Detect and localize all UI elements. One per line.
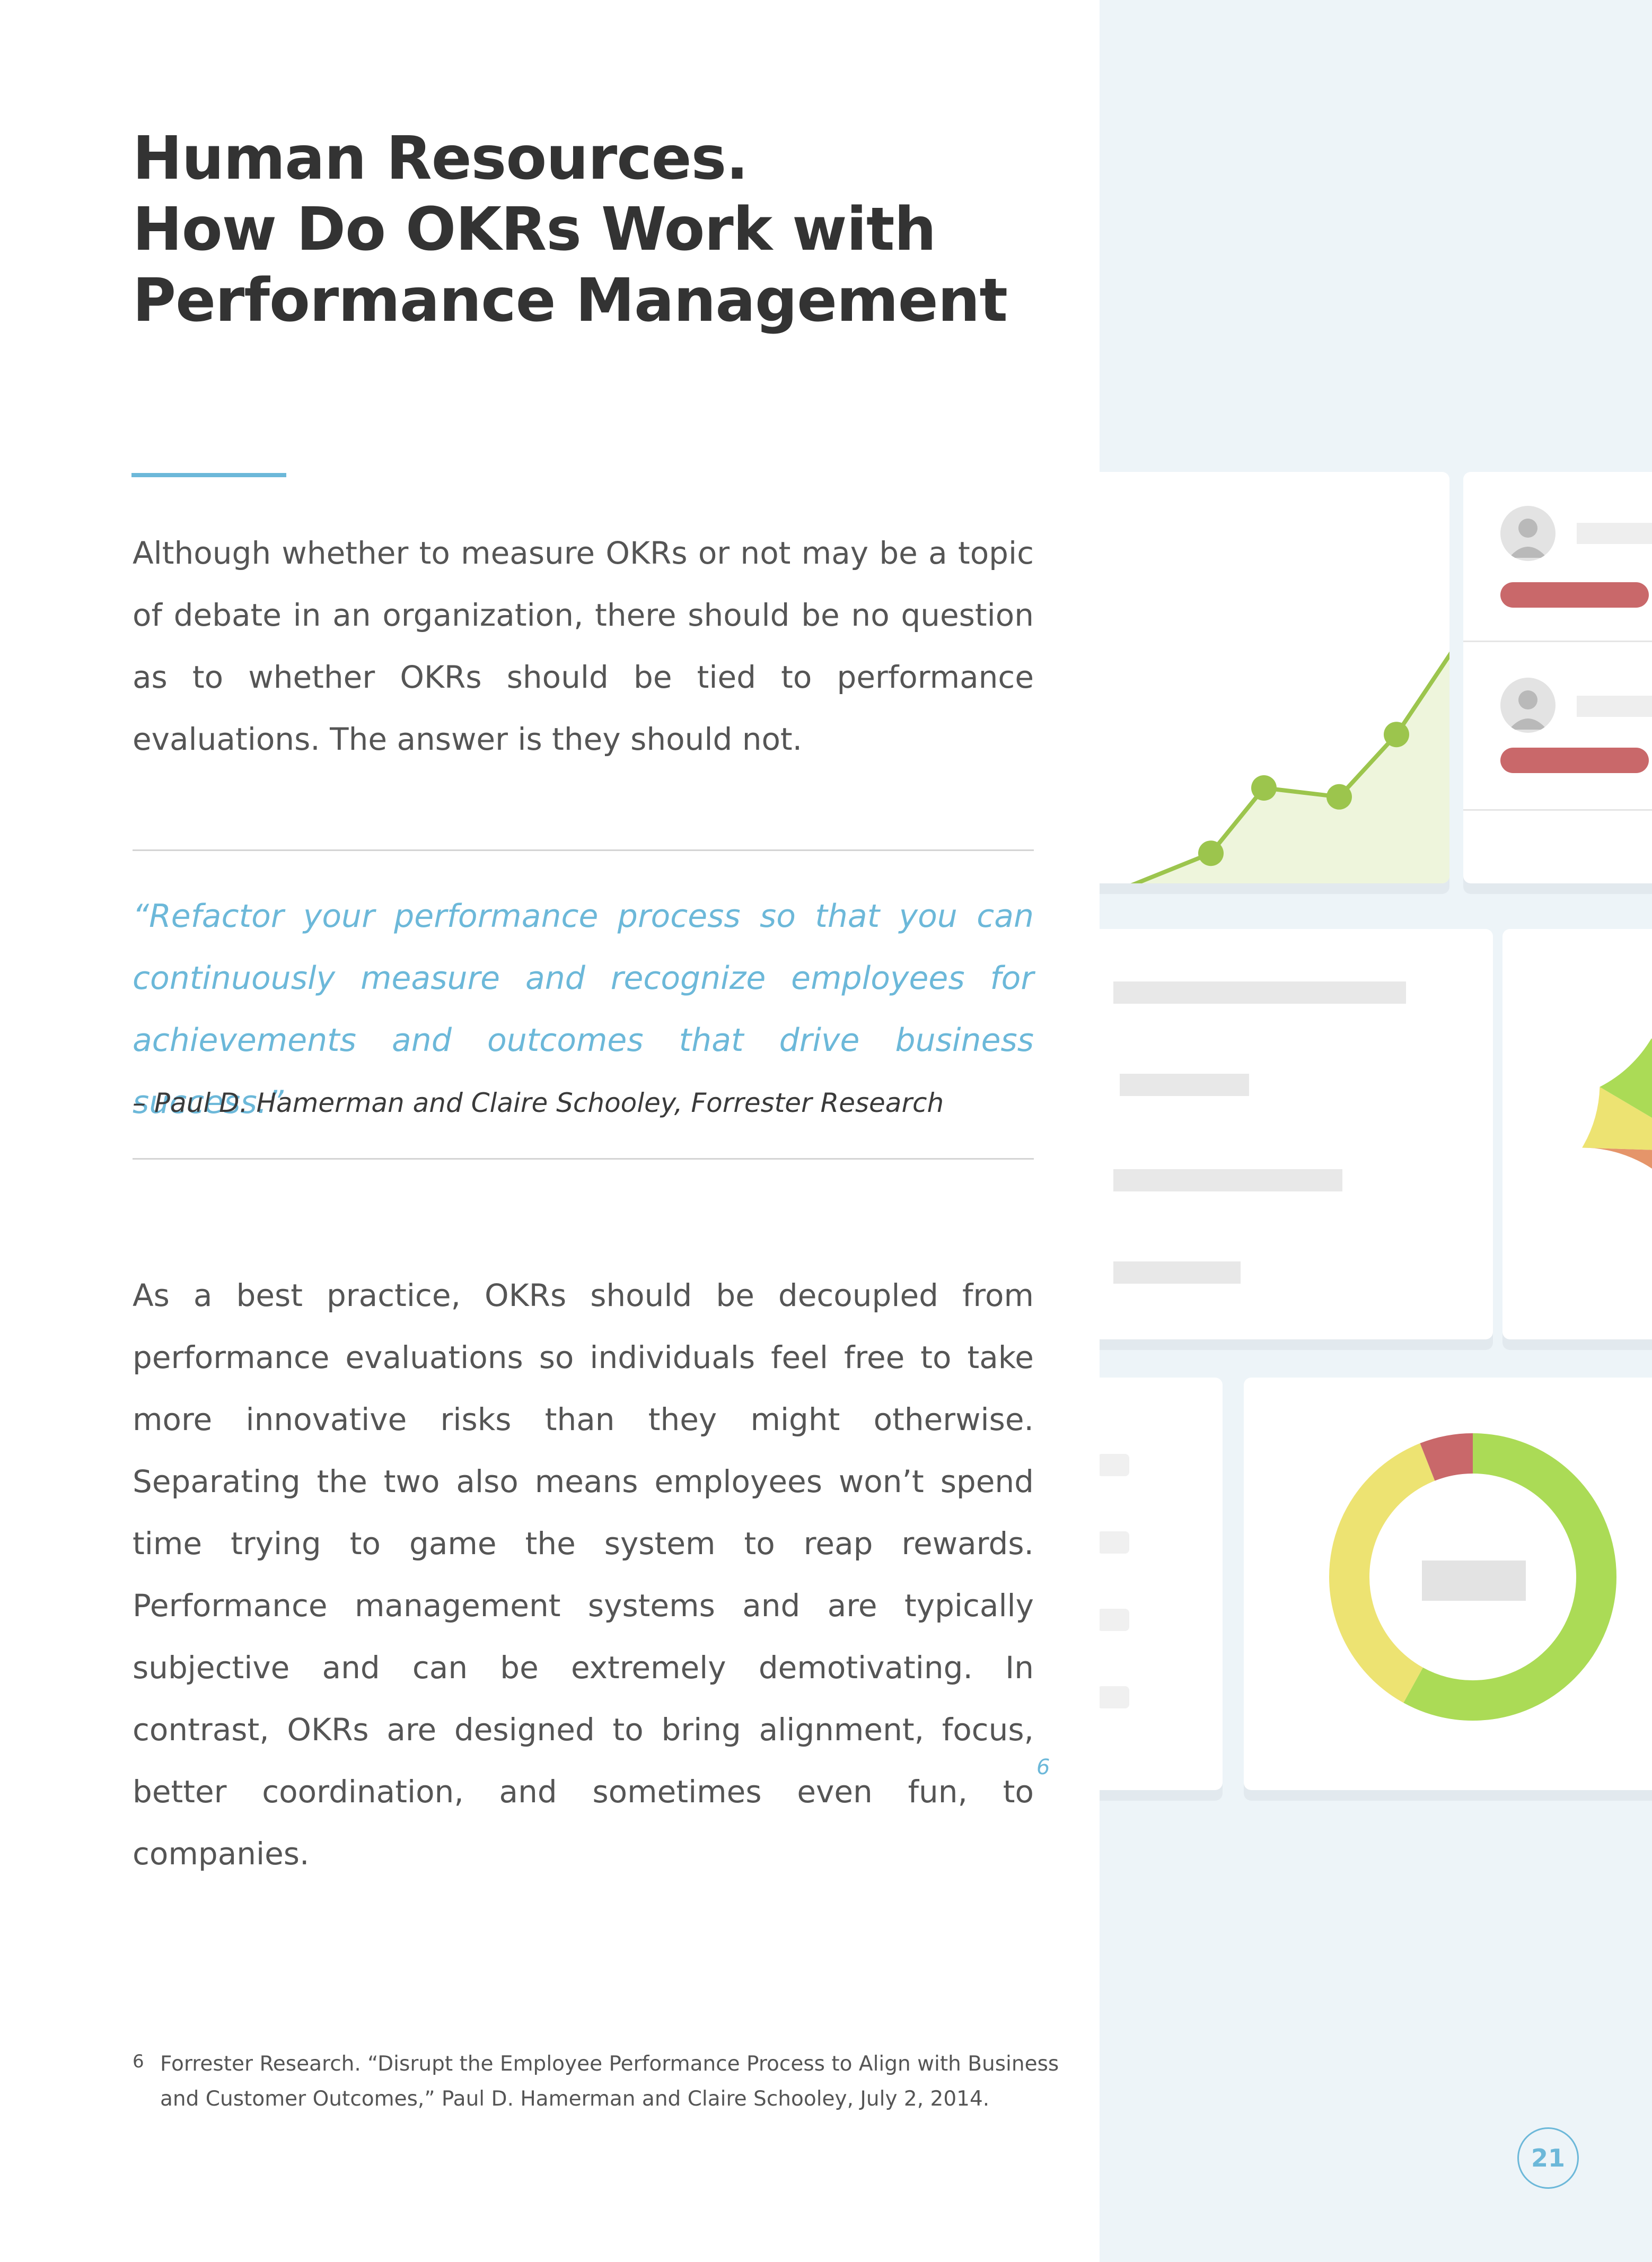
body-paragraph: As a best practice, OKRs should be decou…	[133, 1277, 1034, 1872]
quote-divider-bottom	[133, 1158, 1034, 1160]
list-placeholder	[1100, 1686, 1129, 1708]
donut-center-placeholder	[1422, 1560, 1526, 1601]
pie-chart-card	[1502, 929, 1652, 1339]
name-placeholder	[1577, 523, 1652, 544]
accent-rule	[131, 473, 286, 477]
page-number: 21	[1517, 2127, 1579, 2189]
list-placeholder	[1100, 1531, 1129, 1554]
user-list-card	[1463, 472, 1652, 883]
footnote-text: Forrester Research. “Disrupt the Employe…	[160, 2052, 1059, 2111]
line-chart-area	[1100, 655, 1449, 883]
line-chart-card	[1100, 472, 1449, 883]
text-placeholder	[1113, 1261, 1241, 1284]
user-row	[1463, 641, 1652, 811]
quote-attribution: – Paul D. Hamerman and Claire Schooley, …	[133, 1088, 944, 1118]
footnote-reference[interactable]: 6	[1036, 1755, 1050, 1779]
line-chart-illustration	[1100, 651, 1449, 883]
donut-chart-card	[1244, 1378, 1652, 1790]
list-placeholder-card	[1100, 1378, 1223, 1790]
illustration-panel	[1100, 0, 1652, 2262]
text-placeholder	[1120, 1074, 1249, 1096]
title-line-1: Human Resources.	[133, 124, 749, 193]
avatar-icon	[1500, 678, 1556, 733]
list-placeholder	[1100, 1609, 1129, 1631]
title-line-2: How Do OKRs Work with	[133, 195, 936, 264]
text-placeholder	[1113, 981, 1406, 1004]
avatar-icon	[1500, 506, 1556, 561]
text-placeholder	[1113, 1169, 1342, 1191]
pie-slice-orange	[1582, 1147, 1652, 1169]
line-chart-point	[1251, 775, 1277, 801]
title-line-3: Performance Management	[133, 266, 1008, 335]
name-placeholder	[1577, 696, 1652, 717]
text-placeholder-card	[1100, 929, 1493, 1339]
status-bar	[1500, 582, 1649, 608]
user-row	[1463, 472, 1652, 642]
pie-chart-illustration	[1582, 1038, 1652, 1169]
line-chart-point	[1198, 840, 1224, 866]
intro-paragraph: Although whether to measure OKRs or not …	[133, 535, 1034, 757]
line-chart-point	[1326, 784, 1352, 810]
footnote-number: 6	[133, 2051, 144, 2072]
list-placeholder	[1100, 1454, 1129, 1476]
line-chart-point	[1384, 722, 1409, 748]
quote-divider-top	[133, 849, 1034, 851]
page-title: Human Resources. How Do OKRs Work with P…	[133, 123, 1087, 336]
status-bar	[1500, 748, 1649, 773]
